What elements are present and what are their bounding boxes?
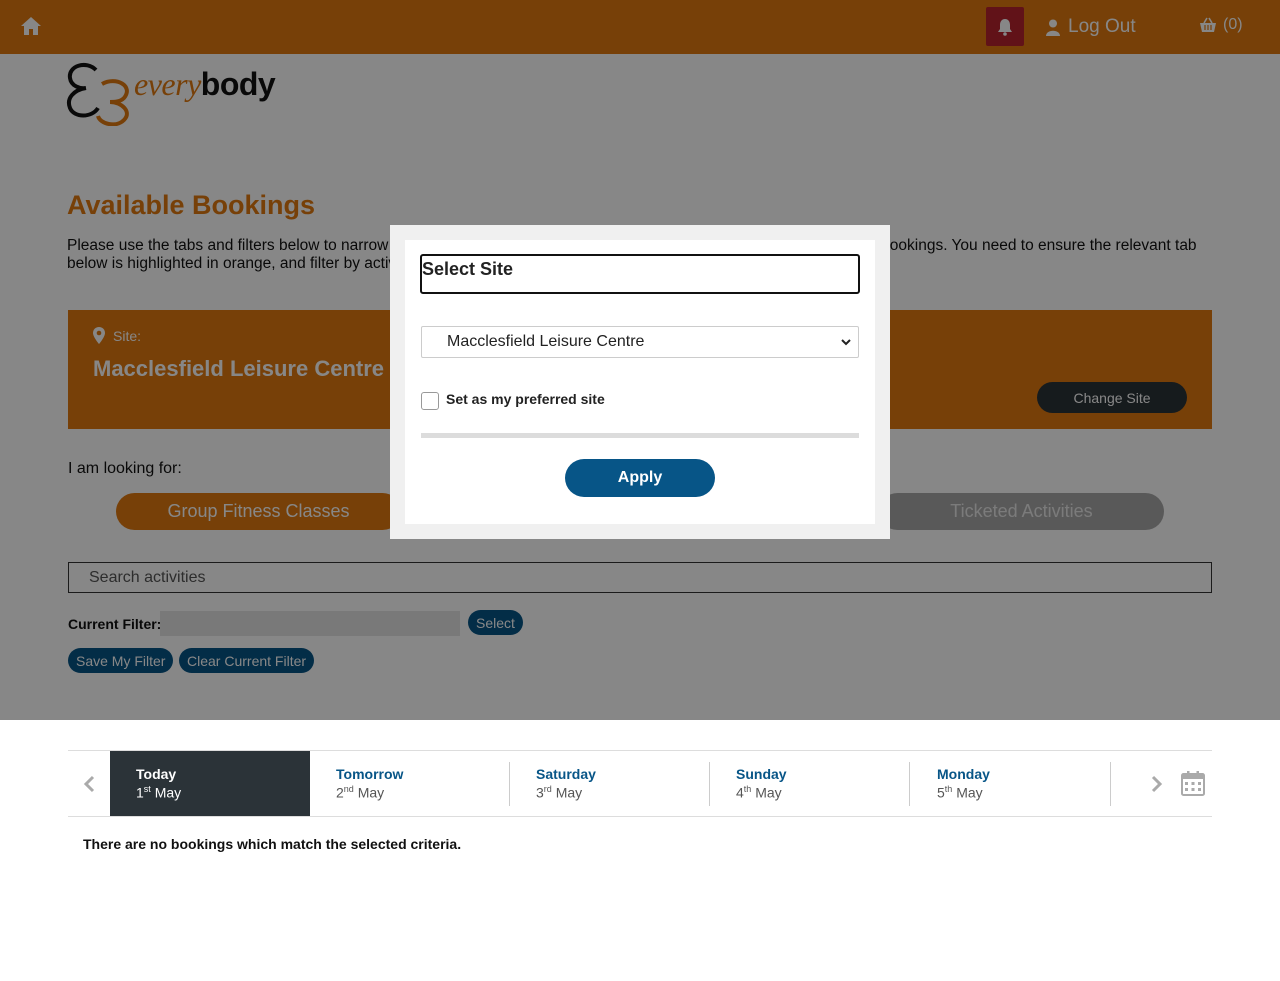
- date-selector: Today 1st May Tomorrow 2nd May Saturday …: [68, 750, 1212, 817]
- day-today[interactable]: Today 1st May: [110, 751, 310, 816]
- day-name: Today: [136, 766, 177, 782]
- modal-title: Select Site: [420, 254, 860, 294]
- modal-divider: [421, 433, 859, 438]
- modal-content: Select Site Macclesfield Leisure Centre …: [405, 240, 875, 524]
- select-site-modal: Select Site Macclesfield Leisure Centre …: [390, 225, 890, 539]
- day-date: 1st May: [136, 784, 182, 801]
- day-date: 2nd May: [336, 784, 385, 801]
- day-tomorrow[interactable]: Tomorrow 2nd May: [310, 751, 510, 816]
- day-saturday[interactable]: Saturday 3rd May: [510, 751, 710, 816]
- day-name: Saturday: [536, 766, 596, 782]
- day-name: Tomorrow: [336, 766, 404, 782]
- previous-dates-arrow[interactable]: [78, 771, 102, 797]
- next-dates-arrow[interactable]: [1144, 771, 1168, 797]
- chevron-down-icon: [841, 339, 851, 346]
- chevron-left-icon: [83, 775, 95, 793]
- day-name: Monday: [937, 766, 990, 782]
- day-date: 4th May: [736, 784, 782, 801]
- day-date: 3rd May: [536, 784, 583, 801]
- day-name: Sunday: [736, 766, 787, 782]
- apply-button[interactable]: Apply: [565, 459, 715, 497]
- calendar-icon: [1181, 771, 1205, 796]
- day-divider: [1110, 762, 1111, 806]
- no-bookings-message: There are no bookings which match the se…: [83, 836, 462, 852]
- day-monday[interactable]: Monday 5th May: [911, 751, 1111, 816]
- day-sunday[interactable]: Sunday 4th May: [710, 751, 910, 816]
- preferred-site-checkbox[interactable]: [421, 392, 439, 410]
- selected-site-value: Macclesfield Leisure Centre: [447, 333, 645, 350]
- site-select-dropdown[interactable]: Macclesfield Leisure Centre: [421, 326, 859, 358]
- preferred-site-label[interactable]: Set as my preferred site: [446, 391, 605, 407]
- chevron-right-icon: [1151, 775, 1163, 793]
- day-divider: [909, 762, 910, 806]
- day-date: 5th May: [937, 784, 983, 801]
- calendar-picker-button[interactable]: [1181, 770, 1205, 796]
